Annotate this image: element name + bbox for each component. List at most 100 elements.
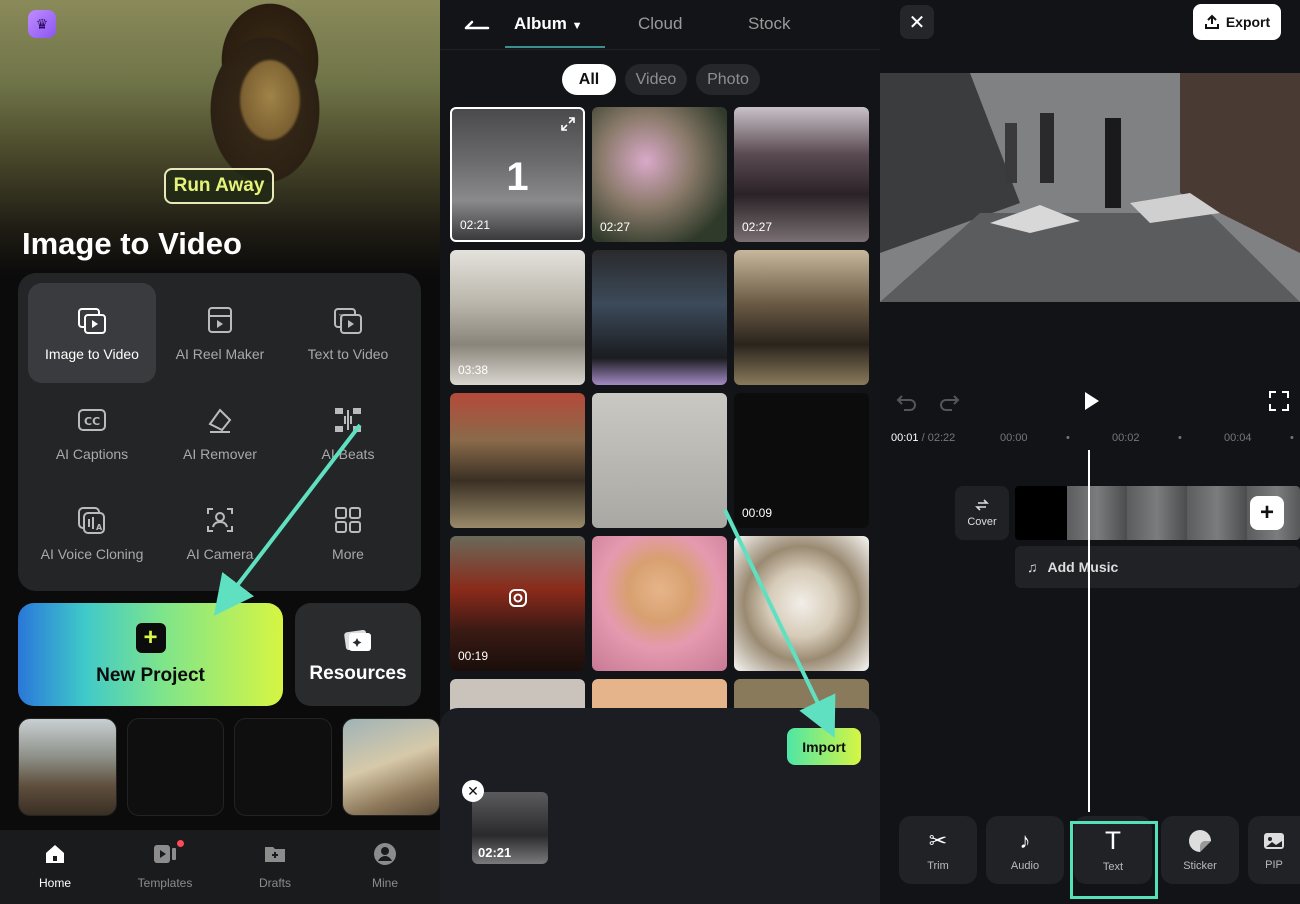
import-button[interactable]: Import xyxy=(787,728,861,765)
beats-icon xyxy=(335,408,361,432)
tool-label: Sticker xyxy=(1183,860,1217,872)
back-arrow-icon[interactable] xyxy=(464,14,490,34)
undo-icon[interactable] xyxy=(896,390,918,412)
tool-ai-camera[interactable]: AI Camera xyxy=(156,483,284,583)
video-duration: 02:27 xyxy=(600,220,631,234)
tool-sticker[interactable]: Sticker xyxy=(1161,816,1239,884)
playhead[interactable] xyxy=(1088,450,1090,812)
total-time: / 02:22 xyxy=(921,432,956,444)
media-thumbnail[interactable]: 02:27 xyxy=(734,107,869,242)
selected-media-thumbnail[interactable]: 02:21 xyxy=(472,792,548,864)
reel-maker-icon xyxy=(208,307,232,333)
nav-drafts[interactable]: Drafts xyxy=(230,840,320,890)
hero-tag: Run Away xyxy=(164,168,274,204)
recent-project[interactable] xyxy=(342,718,440,816)
filter-video[interactable]: Video xyxy=(625,64,687,95)
resources-button[interactable]: Resources xyxy=(295,603,421,706)
filter-all[interactable]: All xyxy=(562,64,616,95)
recent-project[interactable] xyxy=(234,718,332,816)
scissors-icon: ✂ xyxy=(928,828,948,853)
resources-icon xyxy=(344,629,371,651)
close-button[interactable]: ✕ xyxy=(900,5,934,39)
svg-text:T: T xyxy=(338,314,345,324)
crown-icon[interactable]: ♛ xyxy=(28,10,56,38)
add-clip-button[interactable]: + xyxy=(1250,496,1284,530)
tool-ai-beats[interactable]: AI Beats xyxy=(284,383,412,483)
tool-label: AI Beats xyxy=(321,446,375,462)
tool-more[interactable]: More xyxy=(284,483,412,583)
tool-ai-captions[interactable]: CC AI Captions xyxy=(28,383,156,483)
media-thumbnail[interactable]: 00:19 xyxy=(450,536,585,671)
ruler-dot: • xyxy=(1290,432,1294,444)
add-music-track[interactable]: ♫ Add Music xyxy=(1015,546,1300,588)
export-button[interactable]: Export xyxy=(1193,4,1281,40)
new-project-label: New Project xyxy=(96,664,205,686)
media-thumbnail[interactable] xyxy=(450,393,585,528)
media-thumbnail[interactable]: 03:38 xyxy=(450,250,585,385)
instagram-icon xyxy=(509,589,527,607)
tool-label: Trim xyxy=(927,860,949,872)
nav-mine[interactable]: Mine xyxy=(340,840,430,890)
tab-album[interactable]: Album ▼ xyxy=(514,14,583,34)
tab-underline xyxy=(505,46,605,48)
bottom-nav: Home Templates Drafts Mine xyxy=(0,830,440,904)
album-header: Album ▼ Cloud Stock xyxy=(440,0,880,50)
tab-label: Cloud xyxy=(638,14,683,33)
tool-image-to-video[interactable]: Image to Video xyxy=(28,283,156,383)
media-thumbnail[interactable] xyxy=(592,250,727,385)
ruler-mark: 00:04 xyxy=(1224,432,1252,444)
add-music-label: Add Music xyxy=(1047,559,1119,575)
home-icon xyxy=(46,845,64,863)
play-icon[interactable] xyxy=(1080,390,1102,412)
media-thumbnail[interactable] xyxy=(592,536,727,671)
tab-stock[interactable]: Stock xyxy=(748,14,791,34)
tool-label: Text to Video xyxy=(307,346,389,362)
nav-home[interactable]: Home xyxy=(10,840,100,890)
expand-icon[interactable] xyxy=(561,117,575,131)
tab-cloud[interactable]: Cloud xyxy=(638,14,682,34)
tool-label: AI Voice Cloning xyxy=(40,546,144,562)
fullscreen-icon[interactable] xyxy=(1268,390,1290,412)
remove-selection-icon[interactable]: ✕ xyxy=(462,780,484,802)
svg-text:AI: AI xyxy=(96,523,105,532)
text-to-video-icon: T xyxy=(334,308,362,334)
eraser-icon xyxy=(208,408,232,433)
cover-label: Cover xyxy=(967,516,997,528)
tool-label: AI Camera xyxy=(186,546,254,562)
svg-text:CC: CC xyxy=(84,415,100,428)
album-screen: Album ▼ Cloud Stock All Video Photo 1 02… xyxy=(440,0,880,904)
preview-frame xyxy=(880,73,1300,302)
recent-project[interactable] xyxy=(127,718,224,816)
close-icon: ✕ xyxy=(908,11,926,34)
recent-project[interactable] xyxy=(18,718,117,816)
tool-audio[interactable]: ♪ Audio xyxy=(986,816,1064,884)
templates-icon xyxy=(154,845,176,863)
video-preview[interactable] xyxy=(880,73,1300,302)
media-thumbnail[interactable] xyxy=(592,393,727,528)
media-thumbnail[interactable]: 1 02:21 xyxy=(450,107,585,242)
filter-photo[interactable]: Photo xyxy=(696,64,760,95)
tool-ai-remover[interactable]: AI Remover xyxy=(156,383,284,483)
new-project-button[interactable]: + New Project xyxy=(18,603,283,706)
drafts-icon xyxy=(265,847,285,862)
nav-templates[interactable]: Templates xyxy=(120,840,210,890)
tool-ai-reel-maker[interactable]: AI Reel Maker xyxy=(156,283,284,383)
cover-button[interactable]: Cover xyxy=(955,486,1009,540)
video-duration: 00:19 xyxy=(458,649,489,663)
tool-pip[interactable]: PIP xyxy=(1248,816,1300,884)
current-time: 00:01 xyxy=(891,432,919,444)
music-note-icon: ♪ xyxy=(1019,828,1031,853)
tool-ai-voice-cloning[interactable]: AI AI Voice Cloning xyxy=(28,483,156,583)
video-duration: 02:27 xyxy=(742,220,773,234)
nav-label: Home xyxy=(38,876,71,890)
selection-number: 1 xyxy=(506,155,529,199)
media-thumbnail[interactable] xyxy=(734,536,869,671)
redo-icon[interactable] xyxy=(938,390,960,412)
notification-dot xyxy=(177,840,184,847)
media-thumbnail[interactable]: 00:09 xyxy=(734,393,869,528)
media-thumbnail[interactable]: 02:27 xyxy=(592,107,727,242)
tool-trim[interactable]: ✂ Trim xyxy=(899,816,977,884)
tool-text-to-video[interactable]: T Text to Video xyxy=(284,283,412,383)
media-thumbnail[interactable] xyxy=(734,250,869,385)
resources-label: Resources xyxy=(309,662,407,684)
